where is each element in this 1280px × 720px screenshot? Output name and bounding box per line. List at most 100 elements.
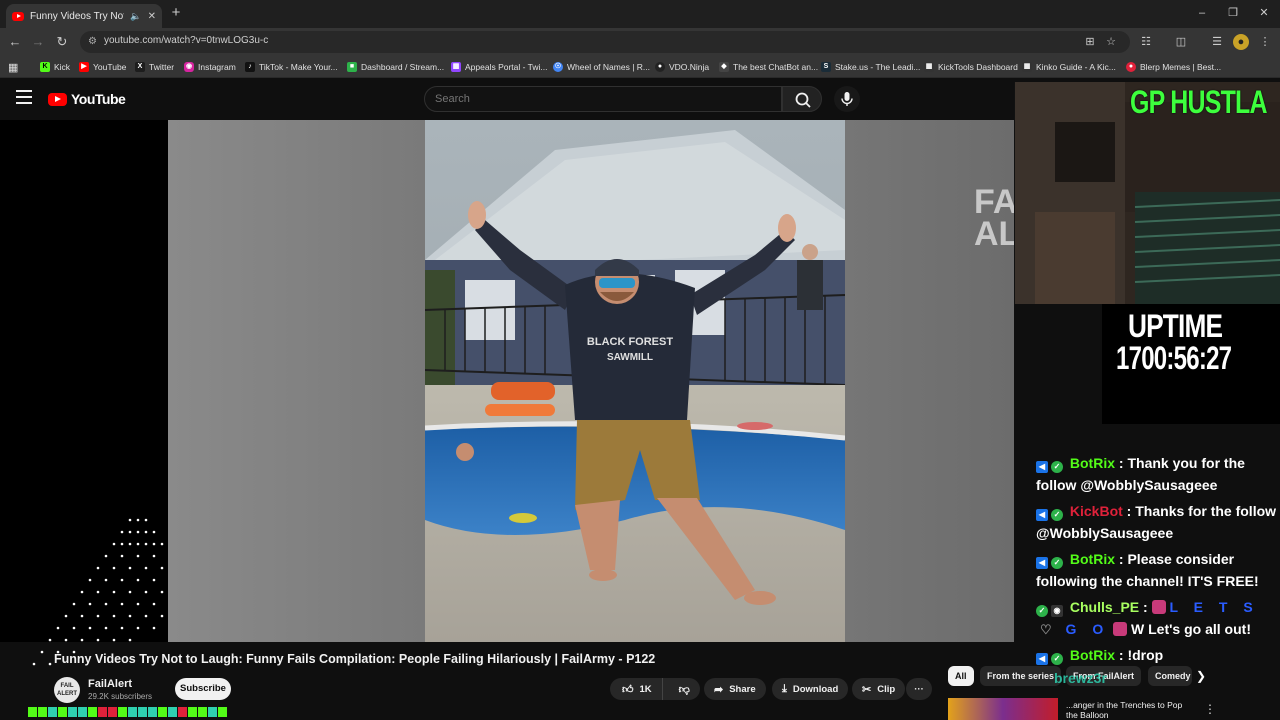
bookmark-appeals-portal[interactable]: ▦ Appeals Portal - Twi... xyxy=(451,60,548,74)
install-app-icon[interactable]: ⊞ xyxy=(1082,34,1098,50)
bookmark-instagram[interactable]: ◉ Instagram xyxy=(184,60,236,74)
speaker-icon[interactable]: 🔈 xyxy=(130,11,141,22)
bookmark-dashboard-stream[interactable]: ■ Dashboard / Stream... xyxy=(347,60,444,74)
like-button[interactable]: 👍︎ 1K xyxy=(610,678,663,700)
chat-username: BotRix xyxy=(1069,551,1116,567)
tab-title: Funny Videos Try Not to La xyxy=(30,10,124,22)
bookmark-vdo-ninja[interactable]: ● VDO.Ninja xyxy=(655,60,709,74)
search-icon xyxy=(795,92,811,108)
verified-badge-icon: ✓ xyxy=(1051,557,1063,569)
tiktok-icon: ♪ xyxy=(245,62,255,72)
bookmark-kicktools[interactable]: ▦ KickTools Dashboard xyxy=(924,60,1018,74)
chip-comedy[interactable]: Comedy xyxy=(1148,666,1192,686)
download-label: Download xyxy=(792,683,839,695)
clip-button[interactable]: ✂ Clip xyxy=(852,678,906,700)
emote-icon xyxy=(1113,622,1128,636)
thumbs-down-icon: 👎︎ xyxy=(678,683,690,696)
more-actions-button[interactable]: ··· xyxy=(906,678,932,700)
suggested-video-thumbnail[interactable] xyxy=(948,698,1058,720)
sidepanel-icon[interactable]: ◫ xyxy=(1173,34,1189,50)
browser-menu-icon[interactable]: ⋮ xyxy=(1257,34,1273,50)
chevron-right-icon[interactable]: ❯ xyxy=(1192,666,1210,686)
minimize-icon[interactable]: – xyxy=(1190,4,1214,22)
chat-text-cont: G O xyxy=(1065,621,1110,637)
verified-badge-icon: ✓ xyxy=(1051,461,1063,473)
extensions-icon[interactable]: ☷ xyxy=(1138,34,1154,50)
channel-watermark: FA AL xyxy=(974,183,1014,253)
share-button[interactable]: ➦ Share xyxy=(704,678,766,700)
verified-badge-icon: ✓ xyxy=(1036,605,1048,617)
dislike-button[interactable]: 👎︎ xyxy=(669,683,700,696)
clip-label: Clip xyxy=(877,683,896,695)
video-title: Funny Videos Try Not to Laugh: Funny Fai… xyxy=(54,652,656,666)
video-player[interactable]: FA AL BLACK FOREST SAWMILL xyxy=(168,120,1014,642)
profile-avatar-icon[interactable]: ● xyxy=(1233,34,1249,50)
url-text: youtube.com/watch?v=0tnwLOG3u-c xyxy=(104,35,269,46)
youtube-header: YouTube xyxy=(0,78,1014,120)
subscribe-button[interactable]: Subscribe xyxy=(175,678,231,700)
chat-username: KickBot xyxy=(1069,503,1123,519)
search-input[interactable] xyxy=(435,93,765,105)
bookmark-chatbot[interactable]: ◆ The best ChatBot an... xyxy=(719,60,818,74)
download-button[interactable]: ⤓ Download xyxy=(772,678,849,700)
bookmark-kick[interactable]: K Kick xyxy=(40,60,70,74)
more-label: ··· xyxy=(914,683,924,695)
back-icon[interactable]: ← xyxy=(6,33,24,51)
voice-search-button[interactable] xyxy=(834,86,860,112)
chat-text-cont: W Let's go all out! xyxy=(1131,621,1251,637)
youtube-icon: ▶ xyxy=(79,62,89,72)
browser-tab-bar: Funny Videos Try Not to La 🔈 ✕ + – ❐ ✕ xyxy=(0,0,1280,28)
instagram-icon: ◉ xyxy=(184,62,194,72)
chip-all[interactable]: All xyxy=(948,666,974,686)
verified-badge-icon: ✓ xyxy=(1051,509,1063,521)
kebab-menu-icon[interactable]: ⋮ xyxy=(1204,702,1216,716)
new-tab-icon[interactable]: + xyxy=(168,5,184,21)
ninja-icon: ● xyxy=(655,62,665,72)
bookmark-tiktok[interactable]: ♪ TikTok - Make Your... xyxy=(245,60,338,74)
chat-message: ◀ ✓ BotRix : Please consider following th… xyxy=(1036,551,1259,589)
bot-badge-icon: ◀ xyxy=(1036,461,1048,473)
bookmark-twitter[interactable]: X Twitter xyxy=(135,60,174,74)
stream-progress-strip xyxy=(28,707,234,720)
browser-tab-active[interactable]: Funny Videos Try Not to La 🔈 ✕ xyxy=(6,4,162,28)
suggested-video-title[interactable]: ...anger in the Trenches to Pop the Ball… xyxy=(1066,700,1196,720)
chat-text: Thank you for the follow @WobblySausagee… xyxy=(1036,455,1245,493)
search-box[interactable] xyxy=(424,86,782,112)
chat-message: ◀ ✓ BotRix : Thank you for the follow @Wo… xyxy=(1036,455,1245,493)
bookmark-blerp[interactable]: ● Blerp Memes | Best... xyxy=(1126,60,1221,74)
chip-from-series[interactable]: From the series xyxy=(980,666,1062,686)
stake-icon: S xyxy=(821,62,831,72)
thumbs-up-icon: 👍︎ xyxy=(622,683,634,696)
restore-icon[interactable]: ❐ xyxy=(1221,4,1245,22)
bookmark-wheel-of-names[interactable]: ☉ Wheel of Names | R... xyxy=(553,60,650,74)
forward-icon[interactable]: → xyxy=(29,33,47,51)
channel-name[interactable]: FailAlert xyxy=(88,678,132,690)
twitch-icon: ▦ xyxy=(451,62,461,72)
subscriber-count: 29.2K subscribers xyxy=(88,692,153,701)
hamburger-menu-icon[interactable] xyxy=(16,90,32,104)
window-close-icon[interactable]: ✕ xyxy=(1252,4,1276,22)
kicktools-icon: ▦ xyxy=(924,62,934,72)
chat-text: L E T S xyxy=(1169,599,1259,615)
dashboard-icon: ■ xyxy=(347,62,357,72)
media-control-icon[interactable]: ☰ xyxy=(1209,34,1225,50)
youtube-logo[interactable]: YouTube xyxy=(48,91,126,107)
bookmark-star-icon[interactable]: ☆ xyxy=(1103,34,1119,50)
channel-avatar[interactable]: FAIL ALERT xyxy=(54,677,80,703)
reload-icon[interactable]: ↻ xyxy=(53,33,71,51)
tab-close-icon[interactable]: ✕ xyxy=(148,11,156,22)
bookmark-stake[interactable]: S Stake.us - The Leadi... xyxy=(821,60,920,74)
chat-username: Chulls_PE xyxy=(1069,599,1140,615)
video-frame: BLACK FOREST SAWMILL xyxy=(425,120,845,642)
url-field[interactable]: ⚙ youtube.com/watch?v=0tnwLOG3u-c xyxy=(80,31,1130,53)
kinko-icon: ▦ xyxy=(1022,62,1032,72)
chatbot-icon: ◆ xyxy=(719,62,729,72)
site-info-icon[interactable]: ⚙ xyxy=(88,36,97,47)
search-button[interactable] xyxy=(782,86,822,112)
apps-grid-icon[interactable]: ▦ xyxy=(8,60,18,74)
x-icon: X xyxy=(135,62,145,72)
bookmark-kinko-guide[interactable]: ▦ Kinko Guide - A Kic... xyxy=(1022,60,1116,74)
youtube-play-icon xyxy=(48,92,67,106)
bookmark-youtube[interactable]: ▶ YouTube xyxy=(79,60,126,74)
youtube-favicon-icon xyxy=(12,11,24,21)
